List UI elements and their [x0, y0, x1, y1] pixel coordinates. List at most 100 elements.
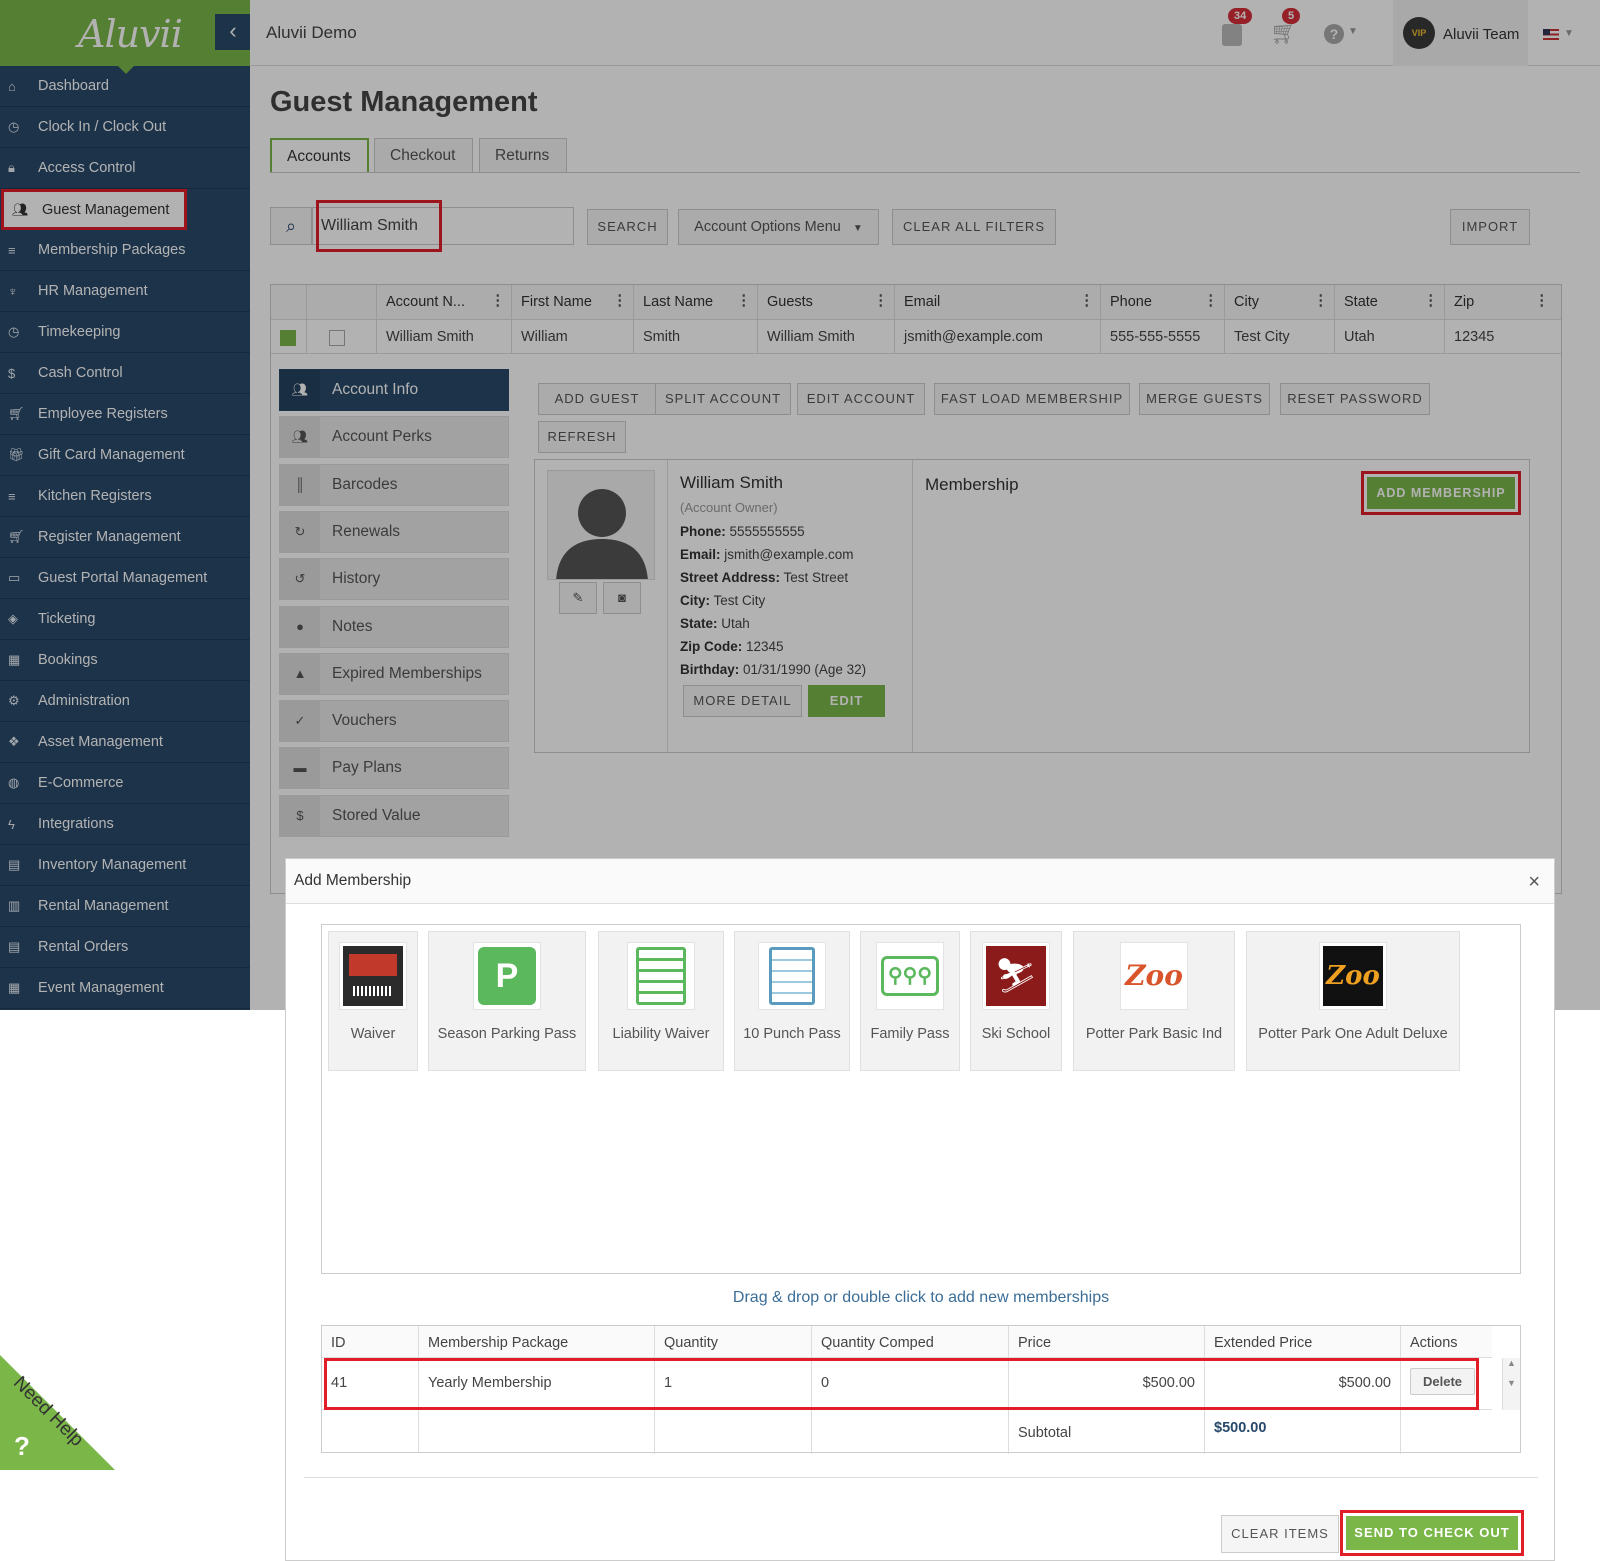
sidebar-item-access-control[interactable]: 🔒︎ Access Control	[0, 148, 250, 189]
search-icon[interactable]: ⌕	[270, 207, 312, 245]
sidebar-item-clock-in-clock-out[interactable]: ◷ Clock In / Clock Out	[0, 107, 250, 148]
package-ski-school[interactable]: ⛷︎ Ski School	[970, 931, 1062, 1071]
cell-comped[interactable]: 0	[812, 1358, 1009, 1409]
cart-icon[interactable]: 🛒︎	[1270, 20, 1298, 46]
sidebar-item-guest-portal-management[interactable]: ▭ Guest Portal Management	[0, 558, 250, 599]
detail-menu-pay-plans[interactable]: ▬ Pay Plans	[279, 747, 509, 790]
sidebar-item-kitchen-registers[interactable]: ≡ Kitchen Registers	[0, 476, 250, 517]
user-menu[interactable]: VIP Aluvii Team	[1393, 0, 1528, 66]
col-guests[interactable]: Guests ⋮	[758, 285, 895, 319]
sidebar-item-will-call[interactable]: 📢︎Will Call	[0, 1009, 250, 1010]
package-10-punch-pass[interactable]: 10 Punch Pass	[734, 931, 850, 1071]
clear-items-button[interactable]: CLEAR ITEMS	[1221, 1515, 1339, 1553]
flag-icon[interactable]	[1543, 29, 1559, 40]
sidebar-item-e-commerce[interactable]: ◍ E-Commerce	[0, 763, 250, 804]
detail-menu-vouchers[interactable]: ✓ Vouchers	[279, 700, 509, 743]
col-first-name[interactable]: First Name ⋮	[512, 285, 634, 319]
row-select-checkbox[interactable]	[329, 330, 345, 346]
question-icon: ?	[14, 1431, 30, 1461]
sidebar-item-hr-management[interactable]: ♆ HR Management	[0, 271, 250, 312]
need-help-widget[interactable]: Need Help ?	[0, 1355, 120, 1470]
detail-menu-account-perks[interactable]: 👥︎ Account Perks	[279, 416, 509, 459]
sidebar-item-administration[interactable]: ⚙ Administration	[0, 681, 250, 722]
col-account-name[interactable]: Account N... ⋮	[377, 285, 512, 319]
chevron-down-icon[interactable]: ▼	[1564, 28, 1574, 39]
sidebar-item-register-management[interactable]: 🛒︎ Register Management	[0, 517, 250, 558]
edit-photo-button[interactable]: ✎	[559, 582, 597, 614]
sidebar-item-label: Dashboard	[38, 78, 109, 94]
help-icon[interactable]: ?	[1324, 24, 1344, 44]
add-guest-button[interactable]: ADD GUEST	[538, 383, 656, 415]
detail-menu-renewals[interactable]: ↻ Renewals	[279, 510, 509, 553]
sidebar-item-integrations[interactable]: ϟ Integrations	[0, 804, 250, 845]
sidebar-item-employee-registers[interactable]: 🛒︎ Employee Registers	[0, 394, 250, 435]
col-last-name[interactable]: Last Name ⋮	[634, 285, 758, 319]
sidebar-item-asset-management[interactable]: ❖ Asset Management	[0, 722, 250, 763]
search-button[interactable]: SEARCH	[587, 209, 668, 245]
membership-table: ID Membership Package Quantity Quantity …	[321, 1325, 1521, 1454]
sidebar-item-ticketing[interactable]: ◈ Ticketing	[0, 599, 250, 640]
search-input[interactable]	[312, 207, 574, 245]
package-potter-park-basic-ind[interactable]: Zoo Potter Park Basic Ind	[1073, 931, 1235, 1071]
edit-account-button[interactable]: EDIT ACCOUNT	[797, 383, 925, 415]
detail-menu-expired-memberships[interactable]: ▲ Expired Memberships	[279, 652, 509, 695]
sidebar-item-label: Ticketing	[38, 611, 96, 627]
camera-button[interactable]: ◙	[603, 582, 641, 614]
sidebar-item-label: Access Control	[38, 160, 136, 176]
detail-menu-history[interactable]: ↺ History	[279, 558, 509, 601]
import-button[interactable]: IMPORT	[1450, 209, 1530, 245]
refresh-button[interactable]: REFRESH	[538, 421, 626, 453]
package-waiver[interactable]: Waiver	[328, 931, 418, 1071]
sidebar-item-membership-packages[interactable]: ≡ Membership Packages	[0, 230, 250, 271]
package-family-pass[interactable]: ⚲⚲⚲ Family Pass	[860, 931, 960, 1071]
merge-guests-button[interactable]: MERGE GUESTS	[1139, 383, 1270, 415]
tab-accounts[interactable]: Accounts	[270, 138, 369, 173]
package-label: Liability Waiver	[612, 1026, 710, 1042]
split-account-button[interactable]: SPLIT ACCOUNT	[655, 383, 791, 415]
sidebar-item-cash-control[interactable]: $ Cash Control	[0, 353, 250, 394]
sidebar-item-inventory-management[interactable]: ▤ Inventory Management	[0, 845, 250, 886]
detail-menu-stored-value[interactable]: $ Stored Value	[279, 794, 509, 837]
close-icon[interactable]: ×	[1528, 871, 1540, 894]
detail-menu-notes[interactable]: ● Notes	[279, 605, 509, 648]
tab-checkout[interactable]: Checkout	[374, 138, 473, 173]
package-label: Family Pass	[870, 1026, 950, 1042]
sidebar-item-rental-management[interactable]: ▥ Rental Management	[0, 886, 250, 927]
bag-icon[interactable]	[1222, 24, 1242, 46]
col-city[interactable]: City ⋮	[1225, 285, 1335, 319]
chevron-down-icon[interactable]: ▼	[1348, 26, 1358, 37]
col-state[interactable]: State ⋮	[1335, 285, 1445, 319]
tab-returns[interactable]: Returns	[479, 138, 567, 173]
table-row[interactable]: 41 Yearly Membership 1 0 $500.00 $500.00…	[322, 1358, 1492, 1410]
fast-load-membership-button[interactable]: FAST LOAD MEMBERSHIP	[934, 383, 1130, 415]
sidebar-item-rental-orders[interactable]: ▤ Rental Orders	[0, 927, 250, 968]
package-season-parking-pass[interactable]: P Season Parking Pass	[428, 931, 586, 1071]
col-zip[interactable]: Zip ⋮	[1445, 285, 1555, 319]
package-liability-waiver[interactable]: Liability Waiver	[598, 931, 724, 1071]
package-potter-park-one-adult-deluxe[interactable]: Zoo Potter Park One Adult Deluxe	[1246, 931, 1460, 1071]
sidebar-item-bookings[interactable]: ▦ Bookings	[0, 640, 250, 681]
scrollbar[interactable]: ▲ ▼	[1502, 1358, 1520, 1410]
delete-button[interactable]: Delete	[1410, 1368, 1476, 1395]
clear-all-filters-button[interactable]: CLEAR ALL FILTERS	[892, 209, 1056, 245]
table-row[interactable]: William Smith William Smith William Smit…	[271, 320, 1561, 354]
add-membership-button[interactable]: ADD MEMBERSHIP	[1367, 477, 1515, 509]
sidebar-item-guest-management[interactable]: 👥︎ Guest Management	[1, 189, 187, 230]
sidebar-item-event-management[interactable]: ▦ Event Management	[0, 968, 250, 1009]
cell-quantity[interactable]: 1	[655, 1358, 812, 1409]
collapse-sidebar-icon[interactable]: ‹	[215, 14, 251, 50]
col-phone[interactable]: Phone ⋮	[1101, 285, 1225, 319]
detail-menu-barcodes[interactable]: ║ Barcodes	[279, 463, 509, 506]
grid-header: Account N... ⋮ First Name ⋮ Last Name ⋮ Gue…	[271, 285, 1561, 320]
edit-button[interactable]: EDIT	[808, 685, 885, 717]
sidebar-item-gift-card-management[interactable]: 🎁︎ Gift Card Management	[0, 435, 250, 476]
reset-password-button[interactable]: RESET PASSWORD	[1280, 383, 1430, 415]
row-expand-checkbox[interactable]	[280, 330, 296, 346]
sidebar-item-timekeeping[interactable]: ◷ Timekeeping	[0, 312, 250, 353]
send-to-checkout-button[interactable]: SEND TO CHECK OUT	[1346, 1516, 1518, 1550]
account-options-dropdown[interactable]: Account Options Menu ▼	[678, 209, 879, 245]
more-detail-button[interactable]: MORE DETAIL	[683, 685, 802, 717]
detail-menu-account-info[interactable]: 👥︎ Account Info	[279, 369, 509, 411]
brand-logo[interactable]: Aluvii	[0, 0, 250, 74]
col-email[interactable]: Email ⋮	[895, 285, 1101, 319]
